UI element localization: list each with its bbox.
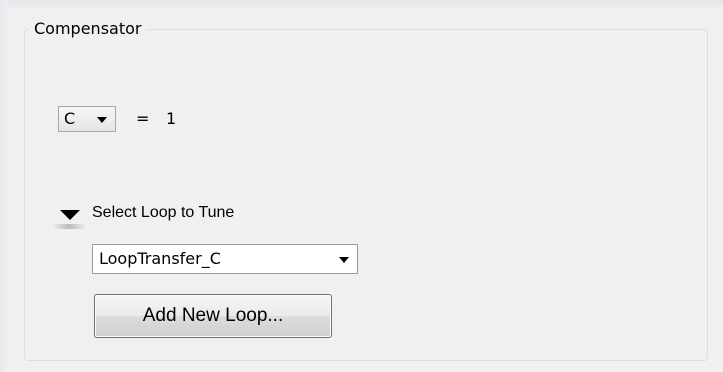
chevron-down-icon <box>339 257 349 263</box>
compensator-selector[interactable]: C <box>58 106 116 132</box>
compensator-value: 1 <box>166 109 177 128</box>
group-title: Compensator <box>29 18 147 40</box>
window-left-edge <box>0 0 8 372</box>
compensator-selector-value: C <box>64 109 76 128</box>
chevron-down-icon <box>97 117 107 123</box>
window-top-edge <box>0 0 723 10</box>
add-new-loop-button[interactable]: Add New Loop... <box>94 294 332 338</box>
equals-sign: = <box>136 109 150 128</box>
loop-dropdown-value: LoopTransfer_C <box>99 249 221 268</box>
expand-triangle-icon <box>60 210 80 220</box>
select-loop-label: Select Loop to Tune <box>92 204 235 221</box>
loop-section-expander[interactable] <box>52 204 86 229</box>
loop-dropdown[interactable]: LoopTransfer_C <box>92 244 358 274</box>
expander-shadow <box>52 224 86 229</box>
